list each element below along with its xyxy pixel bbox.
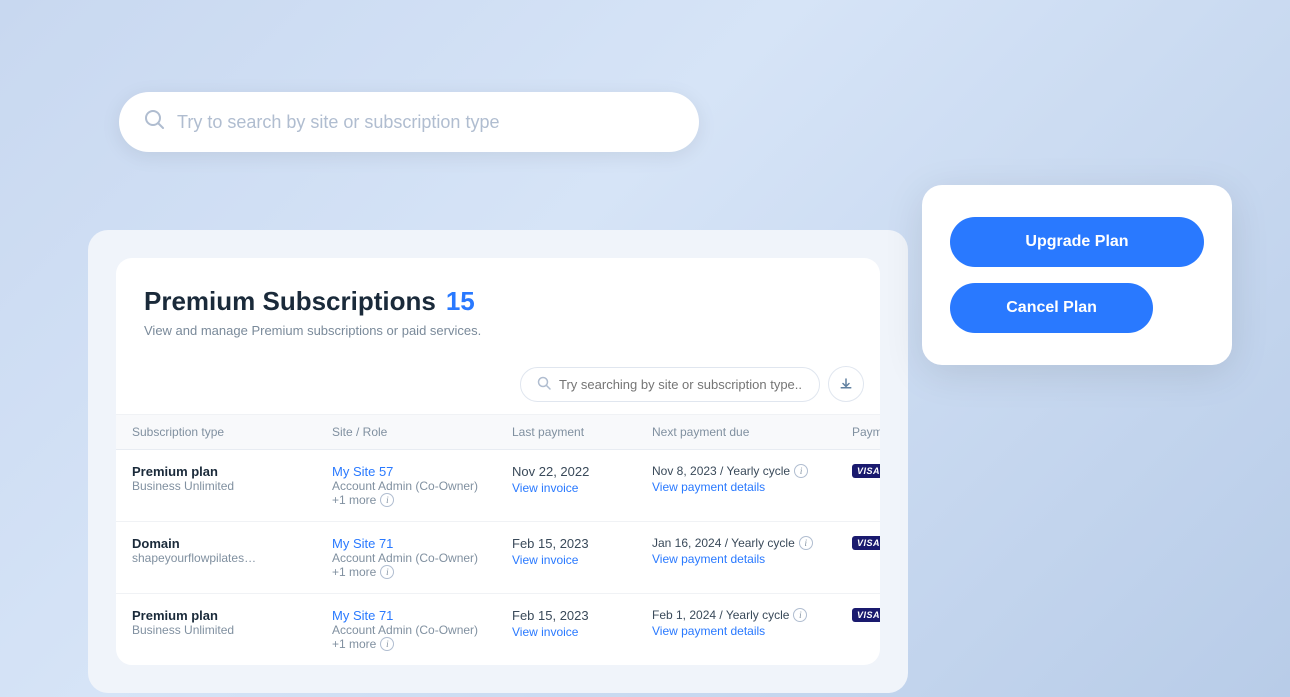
sub-detail-2: shapeyourflowpilates…: [132, 551, 332, 565]
search-icon: [143, 108, 165, 136]
card-count: 15: [446, 286, 475, 317]
card-title: Premium Subscriptions: [144, 286, 436, 317]
site-role-1: Account Admin (Co-Owner): [332, 479, 512, 493]
card-title-row: Premium Subscriptions 15: [144, 286, 852, 317]
payment-method-cell-3: VISA ••••2915: [852, 608, 880, 622]
site-role-3: Account Admin (Co-Owner): [332, 623, 512, 637]
next-payment-cell-3: Feb 1, 2024 / Yearly cycle i View paymen…: [652, 608, 852, 638]
subscription-type-cell-3: Premium plan Business Unlimited: [132, 608, 332, 637]
view-payment-3[interactable]: View payment details: [652, 624, 852, 638]
site-more-1: +1 more i: [332, 493, 512, 507]
visa-badge-1: VISA: [852, 464, 880, 478]
site-role-cell-3: My Site 71 Account Admin (Co-Owner) +1 m…: [332, 608, 512, 651]
last-payment-date-1: Nov 22, 2022: [512, 464, 652, 479]
site-name-3[interactable]: My Site 71: [332, 608, 512, 623]
next-payment-cell-2: Jan 16, 2024 / Yearly cycle i View payme…: [652, 536, 852, 566]
site-more-2: +1 more i: [332, 565, 512, 579]
header-last-payment: Last payment: [512, 425, 652, 439]
table-row: Premium plan Business Unlimited My Site …: [116, 450, 880, 522]
site-role-cell-2: My Site 71 Account Admin (Co-Owner) +1 m…: [332, 536, 512, 579]
site-role-cell-1: My Site 57 Account Admin (Co-Owner) +1 m…: [332, 464, 512, 507]
view-payment-1[interactable]: View payment details: [652, 480, 852, 494]
info-icon-3: i: [380, 637, 394, 651]
next-info-icon-3: i: [793, 608, 807, 622]
payment-method-cell-2: VISA ••••2915: [852, 536, 880, 550]
search-placeholder: Try to search by site or subscription ty…: [177, 112, 499, 133]
main-card: Premium Subscriptions 15 View and manage…: [88, 230, 908, 693]
sub-name-2: Domain: [132, 536, 332, 551]
download-button[interactable]: [828, 366, 864, 402]
sub-name-1: Premium plan: [132, 464, 332, 479]
next-info-icon-1: i: [794, 464, 808, 478]
subscription-type-cell-2: Domain shapeyourflowpilates…: [132, 536, 332, 565]
next-payment-cell-1: Nov 8, 2023 / Yearly cycle i View paymen…: [652, 464, 852, 494]
site-name-1[interactable]: My Site 57: [332, 464, 512, 479]
table-row: Premium plan Business Unlimited My Site …: [116, 594, 880, 665]
card-header: Premium Subscriptions 15 View and manage…: [116, 258, 880, 354]
subscription-type-cell-1: Premium plan Business Unlimited: [132, 464, 332, 493]
cancel-plan-button[interactable]: Cancel Plan: [950, 283, 1153, 333]
site-role-2: Account Admin (Co-Owner): [332, 551, 512, 565]
view-invoice-1[interactable]: View invoice: [512, 481, 578, 495]
header-next-payment: Next payment due: [652, 425, 852, 439]
last-payment-date-2: Feb 15, 2023: [512, 536, 652, 551]
site-name-2[interactable]: My Site 71: [332, 536, 512, 551]
header-payment-method: Payment method: [852, 425, 880, 439]
table-search-wrap[interactable]: [520, 367, 820, 402]
next-payment-date-2: Jan 16, 2024 / Yearly cycle i: [652, 536, 852, 550]
next-info-icon-2: i: [799, 536, 813, 550]
next-payment-date-3: Feb 1, 2024 / Yearly cycle i: [652, 608, 852, 622]
main-search-bar[interactable]: Try to search by site or subscription ty…: [119, 92, 699, 152]
table-search-input[interactable]: [559, 377, 803, 392]
last-payment-cell-1: Nov 22, 2022 View invoice: [512, 464, 652, 497]
table-row: Domain shapeyourflowpilates… My Site 71 …: [116, 522, 880, 594]
card-subtitle: View and manage Premium subscriptions or…: [144, 323, 852, 338]
header-site-role: Site / Role: [332, 425, 512, 439]
header-subscription-type: Subscription type: [132, 425, 332, 439]
visa-badge-3: VISA: [852, 608, 880, 622]
table-header-row: Subscription type Site / Role Last payme…: [116, 415, 880, 450]
main-card-inner: Premium Subscriptions 15 View and manage…: [116, 258, 880, 665]
info-icon-2: i: [380, 565, 394, 579]
table-search-icon: [537, 376, 551, 393]
next-payment-date-1: Nov 8, 2023 / Yearly cycle i: [652, 464, 852, 478]
view-invoice-2[interactable]: View invoice: [512, 553, 578, 567]
last-payment-cell-3: Feb 15, 2023 View invoice: [512, 608, 652, 641]
visa-badge-2: VISA: [852, 536, 880, 550]
payment-method-cell-1: VISA ••••2915: [852, 464, 880, 478]
info-icon-1: i: [380, 493, 394, 507]
table-search-row: [116, 354, 880, 415]
sub-detail-3: Business Unlimited: [132, 623, 332, 637]
table: Subscription type Site / Role Last payme…: [116, 415, 880, 665]
view-payment-2[interactable]: View payment details: [652, 552, 852, 566]
search-bar-container: Try to search by site or subscription ty…: [119, 92, 699, 152]
action-card: Upgrade Plan Cancel Plan: [922, 185, 1232, 365]
sub-detail-1: Business Unlimited: [132, 479, 332, 493]
last-payment-cell-2: Feb 15, 2023 View invoice: [512, 536, 652, 569]
last-payment-date-3: Feb 15, 2023: [512, 608, 652, 623]
site-more-3: +1 more i: [332, 637, 512, 651]
sub-name-3: Premium plan: [132, 608, 332, 623]
upgrade-plan-button[interactable]: Upgrade Plan: [950, 217, 1204, 267]
view-invoice-3[interactable]: View invoice: [512, 625, 578, 639]
